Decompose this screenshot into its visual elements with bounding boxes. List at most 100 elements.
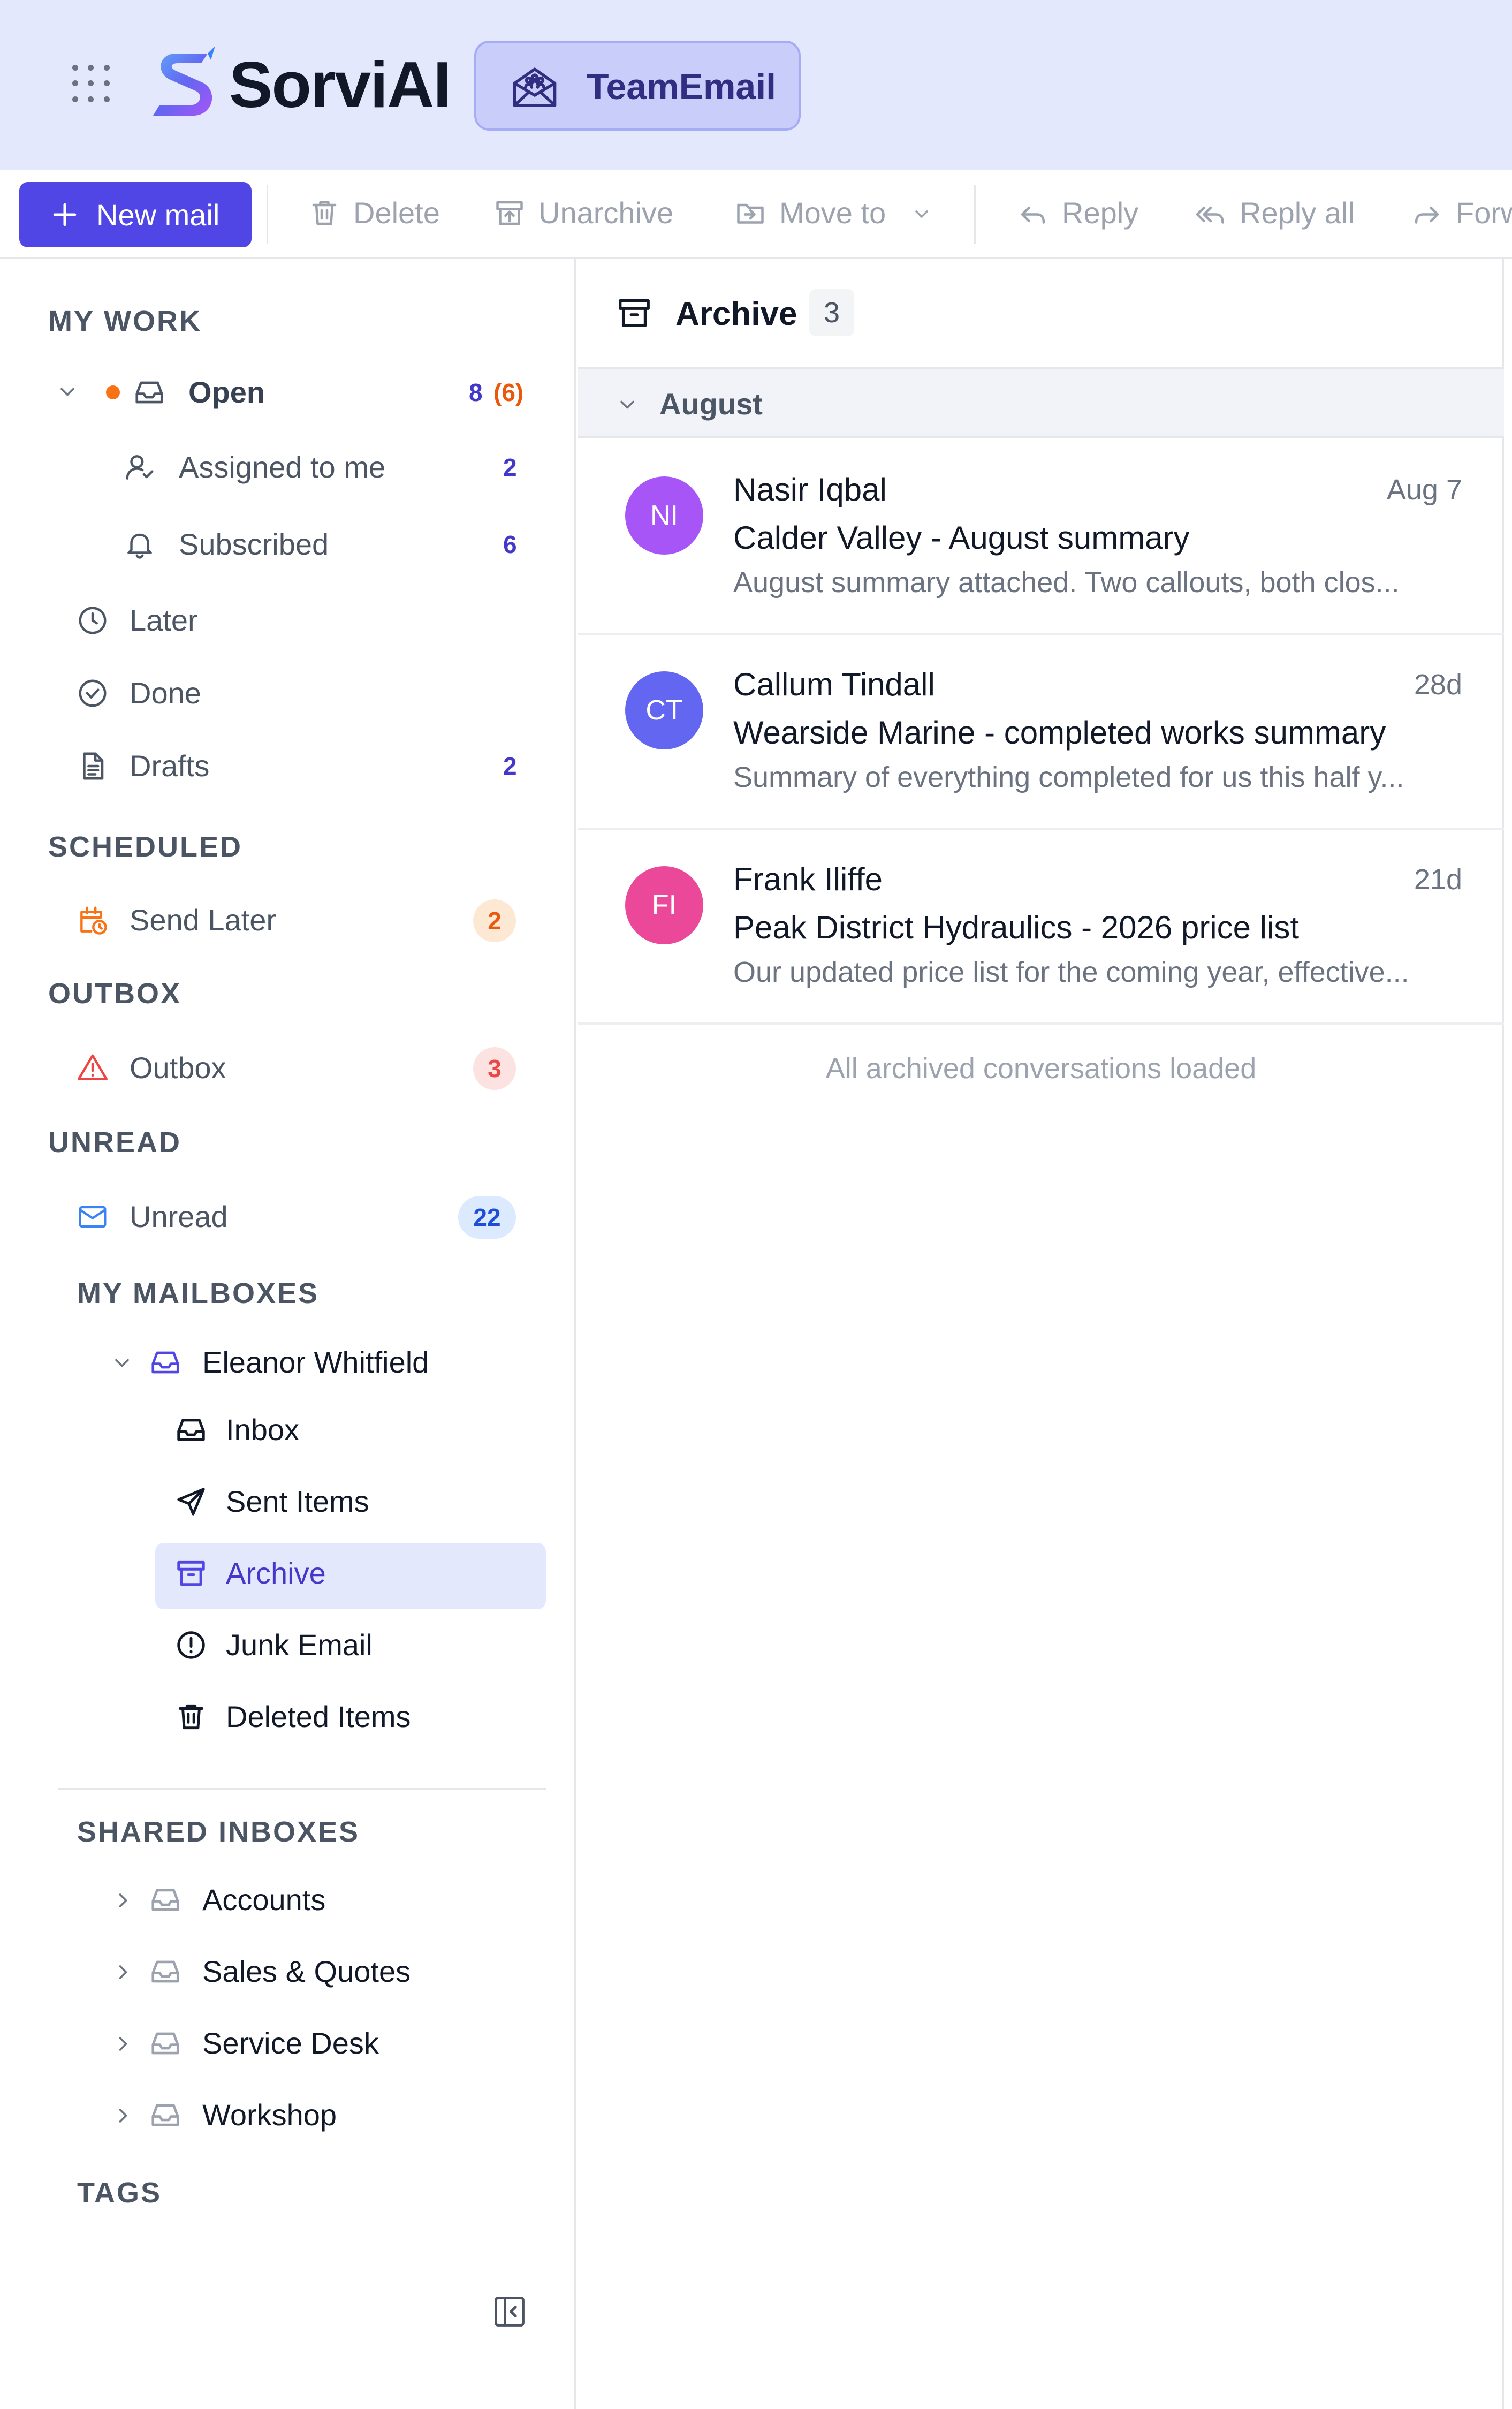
chevron-right-icon[interactable] xyxy=(111,1960,135,1984)
check-circle-icon xyxy=(76,677,109,710)
inbox-icon xyxy=(149,2099,182,2132)
mail-icon xyxy=(76,1200,109,1233)
user-check-icon xyxy=(123,451,156,484)
group-label: August xyxy=(659,387,763,421)
subscribed-count: 6 xyxy=(503,531,517,558)
folder-junk-email[interactable]: Junk Email xyxy=(174,1618,546,1671)
shared-inbox-sales-quotes[interactable]: Sales & Quotes xyxy=(107,1944,546,1998)
inbox-icon xyxy=(133,376,166,409)
message-date: 21d xyxy=(1414,863,1462,896)
message-sender: Frank Iliffe xyxy=(733,861,883,897)
drafts-count: 2 xyxy=(503,752,517,780)
calendar-clock-icon xyxy=(76,904,109,937)
shared-inbox-workshop[interactable]: Workshop xyxy=(107,2088,546,2141)
message-date: 28d xyxy=(1414,669,1462,701)
sidebar-item-open[interactable]: Open 8 (6) xyxy=(48,365,541,419)
message-preview: Our updated price list for the coming ye… xyxy=(733,956,1409,988)
sidebar-item-label: Outbox xyxy=(130,1051,226,1085)
group-header-august[interactable]: August xyxy=(578,369,1504,438)
message-date: Aug 7 xyxy=(1386,474,1462,506)
bell-icon xyxy=(123,528,156,561)
message-preview: Summary of everything completed for us t… xyxy=(733,761,1404,793)
reply-label: Reply xyxy=(1062,196,1139,230)
message-row[interactable]: CT Callum Tindall 28d Wearside Marine - … xyxy=(578,635,1504,830)
section-unread: UNREAD xyxy=(48,1126,182,1158)
outbox-count-badge: 3 xyxy=(473,1047,516,1090)
sidebar-item-label: Subscribed xyxy=(179,527,329,561)
sidebar-item-drafts[interactable]: Drafts 2 xyxy=(76,739,541,792)
archive-icon xyxy=(616,294,653,332)
chevron-down-icon xyxy=(911,203,932,225)
folder-label: Archive xyxy=(226,1556,326,1590)
shared-inbox-label: Workshop xyxy=(202,2098,337,2132)
sidebar-item-done[interactable]: Done xyxy=(76,666,541,719)
sidebar-item-outbox[interactable]: Outbox 3 xyxy=(76,1041,541,1094)
message-row[interactable]: FI Frank Iliffe 21d Peak District Hydrau… xyxy=(578,830,1504,1025)
sidebar-item-label: Unread xyxy=(130,1200,228,1233)
sidebar-item-label: Assigned to me xyxy=(179,450,385,484)
shared-inbox-label: Accounts xyxy=(202,1883,326,1916)
folder-deleted-items[interactable]: Deleted Items xyxy=(174,1690,546,1743)
unread-count-badge: 22 xyxy=(458,1196,516,1239)
folder-label: Inbox xyxy=(226,1413,299,1446)
list-count-badge: 3 xyxy=(809,289,854,336)
message-list-pane: Archive 3 August NI Nasir Iqbal Aug 7 Ca… xyxy=(578,259,1504,2409)
chevron-down-icon[interactable] xyxy=(616,393,639,416)
reply-button[interactable]: Reply xyxy=(1017,192,1145,234)
document-icon xyxy=(76,749,109,783)
list-header: Archive 3 xyxy=(578,259,1504,369)
message-row[interactable]: NI Nasir Iqbal Aug 7 Calder Valley - Aug… xyxy=(578,440,1504,635)
folder-archive[interactable]: Archive xyxy=(174,1546,546,1600)
inbox-icon xyxy=(149,1883,182,1916)
chevron-down-icon[interactable] xyxy=(56,380,79,404)
message-preview: August summary attached. Two callouts, b… xyxy=(733,566,1400,599)
avatar: CT xyxy=(625,671,703,749)
chevron-right-icon[interactable] xyxy=(111,1889,135,1912)
collapse-sidebar-icon[interactable] xyxy=(491,2293,528,2330)
sidebar-item-assigned-to-me[interactable]: Assigned to me 2 xyxy=(123,440,541,494)
clock-icon xyxy=(76,604,109,637)
mailbox-eleanor-whitfield[interactable]: Eleanor Whitfield xyxy=(107,1335,546,1389)
shared-inbox-label: Sales & Quotes xyxy=(202,1955,411,1988)
reply-all-label: Reply all xyxy=(1240,196,1355,230)
sidebar-item-label: Later xyxy=(130,603,198,637)
sidebar-item-subscribed[interactable]: Subscribed 6 xyxy=(123,517,541,571)
trash-icon xyxy=(174,1700,208,1733)
shared-inbox-service-desk[interactable]: Service Desk xyxy=(107,2016,546,2070)
sidebar-item-label: Open xyxy=(188,375,265,409)
section-outbox: OUTBOX xyxy=(48,978,182,1010)
folder-label: Junk Email xyxy=(226,1628,373,1662)
inbox-icon xyxy=(149,1955,182,1988)
sidebar-item-label: Done xyxy=(130,676,201,710)
sidebar-item-label: Send Later xyxy=(130,903,276,937)
move-to-label: Move to xyxy=(779,196,886,230)
message-sender: Callum Tindall xyxy=(733,666,935,702)
inbox-icon xyxy=(174,1413,208,1446)
section-my-mailboxes: MY MAILBOXES xyxy=(77,1277,320,1309)
chevron-right-icon[interactable] xyxy=(111,2032,135,2056)
list-footer-status: All archived conversations loaded xyxy=(825,1052,1257,1085)
toolbar-divider xyxy=(974,185,976,244)
avatar: FI xyxy=(625,866,703,944)
shared-inbox-label: Service Desk xyxy=(202,2026,379,2060)
team-email-label: TeamEmail xyxy=(587,66,777,107)
move-folder-icon xyxy=(734,197,766,229)
assigned-count: 2 xyxy=(503,453,517,481)
chevron-right-icon[interactable] xyxy=(111,2104,135,2127)
alert-circle-icon xyxy=(174,1628,208,1662)
sidebar-item-unread[interactable]: Unread 22 xyxy=(76,1190,541,1243)
folder-inbox[interactable]: Inbox xyxy=(174,1403,546,1456)
sidebar-item-send-later[interactable]: Send Later 2 xyxy=(76,893,541,946)
avatar: NI xyxy=(625,476,703,555)
section-my-work: MY WORK xyxy=(48,305,202,337)
forward-button[interactable]: Forw xyxy=(1411,192,1512,234)
message-sender: Nasir Iqbal xyxy=(733,472,887,507)
reply-all-button[interactable]: Reply all xyxy=(1195,192,1377,234)
shared-inbox-accounts[interactable]: Accounts xyxy=(107,1873,546,1926)
message-subject: Peak District Hydraulics - 2026 price li… xyxy=(733,910,1300,945)
archive-icon xyxy=(174,1557,208,1590)
folder-sent-items[interactable]: Sent Items xyxy=(174,1474,546,1528)
move-to-button[interactable]: Move to xyxy=(734,192,943,234)
sidebar-item-later[interactable]: Later xyxy=(76,593,541,647)
chevron-down-icon[interactable] xyxy=(110,1351,134,1375)
